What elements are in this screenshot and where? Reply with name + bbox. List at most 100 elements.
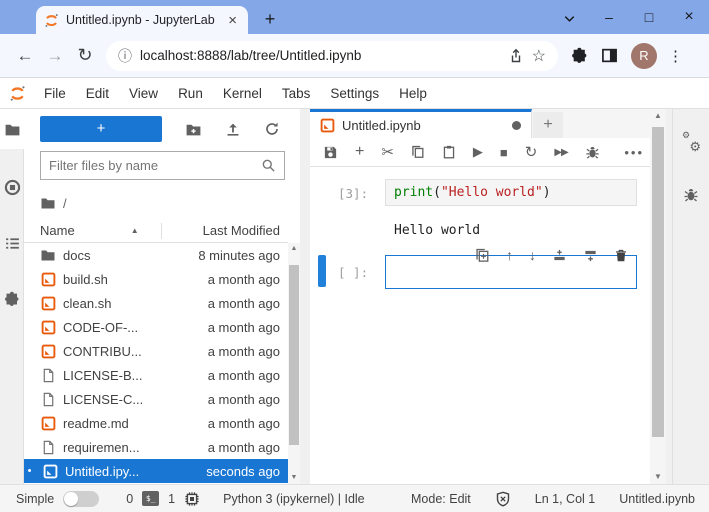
window-close-button[interactable]: × bbox=[669, 0, 709, 34]
kernel-chip-icon[interactable] bbox=[184, 491, 200, 507]
sort-asc-icon[interactable]: ▲ bbox=[131, 226, 139, 235]
file-icon bbox=[40, 440, 56, 455]
delete-cell-icon[interactable] bbox=[614, 247, 628, 263]
sidebar-tab-toc[interactable] bbox=[0, 223, 24, 263]
file-row[interactable]: readme.md a month ago bbox=[24, 411, 288, 435]
file-row[interactable]: LICENSE-C... a month ago bbox=[24, 387, 288, 411]
debugger-button[interactable] bbox=[585, 145, 600, 160]
scrollbar-thumb[interactable] bbox=[652, 127, 664, 437]
insert-cell-below-icon[interactable] bbox=[583, 247, 598, 263]
duplicate-cell-icon[interactable] bbox=[475, 247, 490, 263]
move-cell-up-icon[interactable]: ↑ bbox=[506, 247, 513, 263]
notebook-tab[interactable]: Untitled.ipynb bbox=[310, 109, 532, 138]
home-folder-icon[interactable] bbox=[40, 195, 56, 211]
refresh-icon[interactable] bbox=[264, 121, 280, 138]
copy-cells-button[interactable] bbox=[411, 145, 425, 159]
column-modified[interactable]: Last Modified bbox=[162, 223, 288, 238]
cell-collapser[interactable] bbox=[318, 255, 326, 287]
menu-tabs[interactable]: Tabs bbox=[272, 86, 321, 101]
trust-shield-icon[interactable] bbox=[495, 491, 511, 507]
simple-mode-toggle[interactable] bbox=[63, 491, 99, 507]
browser-tab[interactable]: Untitled.ipynb - JupyterLab × bbox=[36, 6, 248, 34]
browser-menu-icon[interactable]: ⋮ bbox=[668, 47, 683, 65]
insert-cell-above-icon[interactable] bbox=[552, 247, 567, 263]
file-row[interactable]: build.sh a month ago bbox=[24, 267, 288, 291]
upload-icon[interactable] bbox=[225, 121, 241, 138]
address-bar[interactable]: ⓘ localhost:8888/lab/tree/Untitled.ipynb… bbox=[106, 41, 558, 71]
side-panel-icon[interactable] bbox=[601, 47, 618, 64]
scrollbar-thumb[interactable] bbox=[289, 265, 299, 445]
browser-titlebar: Untitled.ipynb - JupyterLab × + – □ × bbox=[0, 0, 709, 34]
menu-run[interactable]: Run bbox=[168, 86, 213, 101]
tab-search-icon[interactable] bbox=[549, 0, 589, 34]
file-modified: 8 minutes ago bbox=[198, 248, 288, 263]
app-window: Untitled.ipynb - JupyterLab × + – □ × ← … bbox=[0, 0, 709, 512]
file-row-selected[interactable]: • Untitled.ipy... seconds ago bbox=[24, 459, 288, 483]
file-row[interactable]: clean.sh a month ago bbox=[24, 291, 288, 315]
menu-file[interactable]: File bbox=[34, 86, 76, 101]
interrupt-kernel-button[interactable]: ■ bbox=[500, 145, 508, 160]
file-row[interactable]: CONTRIBU... a month ago bbox=[24, 339, 288, 363]
file-row[interactable]: CODE-OF-... a month ago bbox=[24, 315, 288, 339]
profile-avatar[interactable]: R bbox=[631, 43, 657, 69]
paste-cells-button[interactable] bbox=[442, 145, 456, 159]
unsaved-dot-icon[interactable] bbox=[512, 121, 521, 130]
filter-files-box[interactable] bbox=[40, 151, 285, 180]
sidebar-tab-property-inspector[interactable]: ⚙⚙ bbox=[673, 121, 709, 165]
bookmark-star-icon[interactable]: ☆ bbox=[532, 46, 546, 66]
move-cell-down-icon[interactable]: ↓ bbox=[529, 247, 536, 263]
file-row[interactable]: requiremen... a month ago bbox=[24, 435, 288, 459]
scroll-up-icon[interactable]: ▲ bbox=[288, 243, 300, 255]
breadcrumb-root[interactable]: / bbox=[63, 196, 67, 211]
column-name[interactable]: Name bbox=[40, 223, 75, 238]
new-folder-icon[interactable] bbox=[185, 120, 202, 137]
kernel-status[interactable]: Python 3 (ipykernel) | Idle bbox=[223, 492, 365, 506]
sidebar-tab-filebrowser[interactable] bbox=[0, 109, 24, 149]
code-cell-input[interactable]: print("Hello world") bbox=[385, 179, 637, 206]
restart-kernel-button[interactable]: ↻ bbox=[525, 143, 538, 161]
notebook-mode[interactable]: Mode: Edit bbox=[411, 492, 471, 506]
code-keyword: print bbox=[394, 185, 433, 200]
sidebar-tab-running[interactable] bbox=[0, 167, 24, 207]
file-list-scrollbar[interactable]: ▲ ▼ bbox=[288, 243, 300, 484]
bug-icon bbox=[683, 187, 699, 203]
menu-settings[interactable]: Settings bbox=[320, 86, 389, 101]
cut-cells-button[interactable]: ✂ bbox=[381, 143, 394, 161]
scroll-down-icon[interactable]: ▼ bbox=[650, 470, 666, 484]
reload-button[interactable]: ↻ bbox=[70, 45, 100, 66]
save-button[interactable] bbox=[323, 145, 338, 160]
tab-close-icon[interactable]: × bbox=[225, 12, 240, 29]
minimize-button[interactable]: – bbox=[589, 0, 629, 34]
back-button[interactable]: ← bbox=[10, 46, 40, 66]
restart-run-all-button[interactable]: ▶▶ bbox=[554, 147, 567, 158]
sidebar-tab-extensions[interactable] bbox=[0, 279, 24, 319]
file-row[interactable]: LICENSE-B... a month ago bbox=[24, 363, 288, 387]
scroll-down-icon[interactable]: ▼ bbox=[288, 472, 300, 484]
menu-edit[interactable]: Edit bbox=[76, 86, 119, 101]
active-cell-input[interactable]: ↑ ↓ bbox=[385, 255, 637, 289]
filter-files-input[interactable] bbox=[49, 158, 261, 173]
menu-kernel[interactable]: Kernel bbox=[213, 86, 272, 101]
menu-help[interactable]: Help bbox=[389, 86, 437, 101]
extensions-icon[interactable] bbox=[571, 47, 588, 64]
toolbar-more-icon[interactable]: ••• bbox=[624, 145, 644, 160]
breadcrumb[interactable]: / bbox=[40, 193, 67, 213]
file-row[interactable]: docs 8 minutes ago bbox=[24, 243, 288, 267]
add-tab-button[interactable]: + bbox=[533, 112, 563, 138]
notebook-scrollbar[interactable]: ▲ ▼ bbox=[650, 109, 666, 484]
cursor-position[interactable]: Ln 1, Col 1 bbox=[535, 492, 595, 506]
site-info-icon[interactable]: ⓘ bbox=[118, 46, 132, 66]
insert-cell-button[interactable]: + bbox=[355, 143, 364, 161]
menu-view[interactable]: View bbox=[119, 86, 168, 101]
terminal-icon[interactable]: $_ bbox=[142, 491, 159, 506]
new-tab-button[interactable]: + bbox=[258, 8, 282, 32]
url-text[interactable]: localhost:8888/lab/tree/Untitled.ipynb bbox=[140, 48, 500, 63]
forward-button[interactable]: → bbox=[40, 46, 70, 66]
new-launcher-button[interactable]: + bbox=[40, 116, 162, 142]
scroll-up-icon[interactable]: ▲ bbox=[650, 109, 666, 123]
maximize-button[interactable]: □ bbox=[629, 0, 669, 34]
sidebar-tab-debugger[interactable] bbox=[673, 173, 709, 217]
run-cell-button[interactable]: ▶ bbox=[473, 144, 483, 160]
share-icon[interactable] bbox=[508, 47, 524, 64]
file-browser-toolbar: + bbox=[24, 113, 300, 145]
